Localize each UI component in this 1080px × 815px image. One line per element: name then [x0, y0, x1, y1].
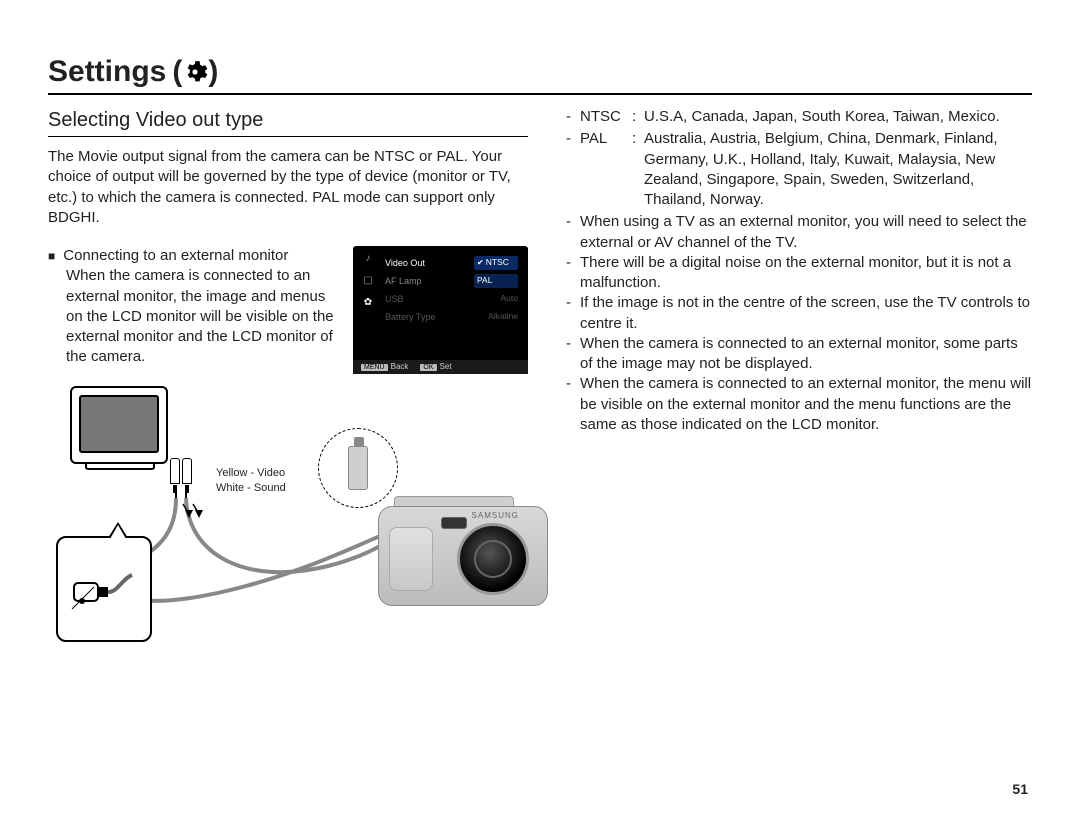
camera-icon: SAMSUNG	[378, 506, 558, 626]
lcd-left-tabs: ♪ ▢ ✿	[359, 252, 377, 310]
lcd-footer: MENUBack OKSet	[353, 360, 528, 374]
tv-monitor-icon	[70, 386, 170, 481]
lcd-row-af-lamp: AF Lamp PAL	[381, 272, 522, 290]
page-title: Settings ( )	[48, 55, 1032, 95]
section-subheading: Selecting Video out type	[48, 107, 528, 137]
av-jack-plug-icon	[68, 553, 140, 625]
note-item: -When the camera is connected to an exte…	[566, 334, 1032, 375]
av-plugs-icon	[170, 458, 200, 498]
inset-callout	[56, 536, 152, 642]
intro-paragraph: The Movie output signal from the camera …	[48, 147, 528, 228]
gear-icon	[182, 59, 208, 85]
region-pal: - PAL : Australia, Austria, Belgium, Chi…	[566, 129, 1032, 210]
page-number: 51	[1012, 781, 1028, 797]
camera-connector-icon	[348, 446, 368, 490]
connection-diagram: Yellow - Video White - Sound	[48, 386, 528, 656]
lcd-option-ntsc: ✔NTSC	[474, 256, 518, 269]
lcd-option-pal: PAL	[474, 274, 518, 287]
lcd-row-video-out: Video Out ✔NTSC	[381, 254, 522, 272]
connect-heading: Connecting to an external monitor	[63, 246, 288, 266]
video-cable-label: Yellow - Video	[216, 466, 286, 481]
note-item: -When using a TV as an external monitor,…	[566, 212, 1032, 253]
note-item: -There will be a digital noise on the ex…	[566, 253, 1032, 294]
right-column: - NTSC : U.S.A, Canada, Japan, South Kor…	[566, 107, 1032, 656]
note-item: -When the camera is connected to an exte…	[566, 374, 1032, 435]
settings-tab-icon: ✿	[359, 296, 377, 310]
title-text: Settings	[48, 55, 166, 89]
camera-brand-label: SAMSUNG	[472, 511, 519, 522]
left-column: Selecting Video out type The Movie outpu…	[48, 107, 528, 656]
title-parenthesis: ( )	[172, 55, 218, 89]
lcd-row-usb: USB Auto	[381, 290, 522, 308]
cable-labels: Yellow - Video White - Sound	[216, 466, 286, 497]
display-tab-icon: ▢	[359, 274, 377, 288]
menu-button-icon: MENU	[361, 364, 388, 371]
check-icon: ✔	[477, 258, 484, 269]
connect-body: When the camera is connected to an exter…	[48, 266, 343, 367]
note-item: -If the image is not in the centre of th…	[566, 293, 1032, 334]
camera-lcd-screenshot: ♪ ▢ ✿ Video Out ✔NTSC AF Lamp PAL USB	[353, 246, 528, 374]
sound-tab-icon: ♪	[359, 252, 377, 266]
sound-cable-label: White - Sound	[216, 481, 286, 496]
ok-button-icon: OK	[420, 364, 436, 371]
square-bullet-icon: ■	[48, 246, 55, 266]
lcd-row-battery: Battery Type Alkaline	[381, 308, 522, 326]
region-ntsc: - NTSC : U.S.A, Canada, Japan, South Kor…	[566, 107, 1032, 127]
